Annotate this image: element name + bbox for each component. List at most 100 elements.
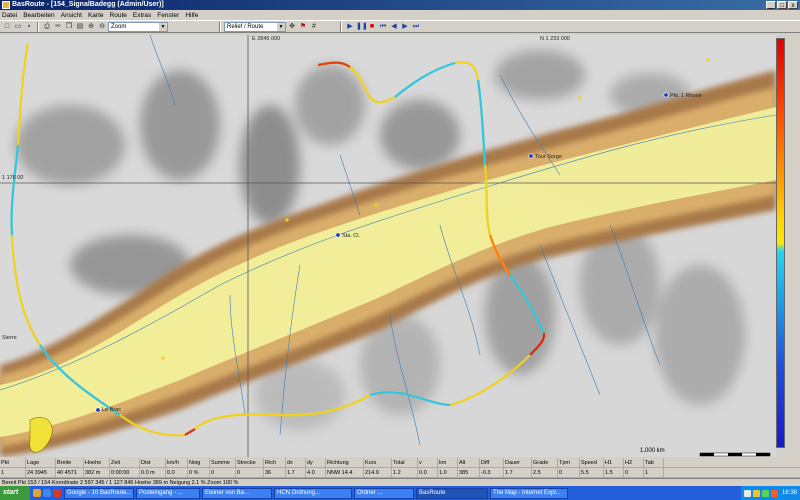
mail-icon[interactable] bbox=[53, 489, 61, 497]
poi-marker[interactable] bbox=[374, 203, 378, 207]
update-icon[interactable] bbox=[770, 489, 778, 497]
taskbar-task-button[interactable]: Ordner ... bbox=[354, 487, 414, 499]
save-icon[interactable]: ▪ bbox=[24, 22, 34, 32]
grid-header-cell[interactable]: Dist bbox=[140, 458, 166, 467]
security-icon[interactable] bbox=[761, 489, 769, 497]
folder-icon[interactable] bbox=[33, 489, 41, 497]
play-icon[interactable]: ▶ bbox=[345, 22, 355, 32]
last-icon[interactable]: ⏭ bbox=[411, 22, 421, 32]
chevron-down-icon: ▼ bbox=[277, 22, 285, 31]
menu-route[interactable]: Route bbox=[110, 12, 127, 19]
taskbar-task-button[interactable]: Posteingang - ... bbox=[136, 487, 200, 499]
grid-value-cell: 0.0 m bbox=[140, 468, 166, 477]
waypoint-marker[interactable] bbox=[528, 153, 534, 159]
grid-value-cell: 0 bbox=[624, 468, 644, 477]
paste-icon[interactable]: ▤ bbox=[75, 22, 85, 32]
pause-icon[interactable]: ❚❚ bbox=[356, 22, 368, 32]
menu-fenster[interactable]: Fenster bbox=[157, 12, 179, 19]
system-tray: 16:38 bbox=[740, 486, 800, 500]
grid-header-cell[interactable]: Tpm bbox=[558, 458, 580, 467]
close-button[interactable]: x bbox=[788, 1, 798, 9]
copy-icon[interactable]: ❐ bbox=[64, 22, 74, 32]
grid-value-cell: 24 3945 bbox=[26, 468, 56, 477]
grid-header-cell[interactable]: Hoehe bbox=[84, 458, 110, 467]
grid-header-cell[interactable]: Tab bbox=[644, 458, 664, 467]
cut-icon[interactable]: ✂ bbox=[53, 22, 63, 32]
grid-header-cell[interactable]: Zeit bbox=[110, 458, 140, 467]
poi-marker[interactable] bbox=[285, 218, 289, 222]
zoom-select[interactable]: Zoom ▼ bbox=[108, 21, 168, 32]
place-label: Sta. Cl. bbox=[342, 233, 361, 239]
grid-header-cell[interactable]: Kurs bbox=[364, 458, 392, 467]
menu-karte[interactable]: Karte bbox=[88, 12, 104, 19]
terrain-map[interactable] bbox=[0, 35, 776, 457]
grid-header-cell[interactable]: Strecke bbox=[236, 458, 264, 467]
print-icon[interactable]: ⎙ bbox=[42, 22, 52, 32]
network-icon[interactable] bbox=[743, 489, 751, 497]
next-icon[interactable]: ▶ bbox=[400, 22, 410, 32]
layer-select[interactable]: Relief / Route ▼ bbox=[224, 21, 286, 32]
menu-datei[interactable]: Datei bbox=[2, 12, 17, 19]
grid-header-cell[interactable]: Diff bbox=[480, 458, 504, 467]
grid-header-cell[interactable]: H1 bbox=[604, 458, 624, 467]
grid-header-cell[interactable]: Alt bbox=[458, 458, 480, 467]
grid-header-cell[interactable]: Dauer bbox=[504, 458, 532, 467]
waypoint-marker[interactable] bbox=[95, 407, 101, 413]
place-label: Tour Sorge bbox=[535, 154, 562, 160]
grid-header-cell[interactable]: Summe bbox=[210, 458, 236, 467]
grid-header-cell[interactable]: Total bbox=[392, 458, 418, 467]
volume-icon[interactable] bbox=[752, 489, 760, 497]
grid-header-cell[interactable]: Speed bbox=[580, 458, 604, 467]
window-title: BasRoute - [154_SignalBadegg (Admin/User… bbox=[12, 1, 164, 8]
grid-header-cell[interactable]: km/h bbox=[166, 458, 188, 467]
taskbar-task-button[interactable]: Google - 10 BasRoute... bbox=[64, 487, 134, 499]
flag-icon[interactable]: ⚑ bbox=[298, 22, 308, 32]
open-icon[interactable]: ▭ bbox=[13, 22, 23, 32]
title-bar: BasRoute - [154_SignalBadegg (Admin/User… bbox=[0, 0, 800, 10]
maximize-button[interactable]: □ bbox=[777, 1, 787, 9]
grid-header-cell[interactable]: dy bbox=[306, 458, 326, 467]
grid-header-cell[interactable]: H2 bbox=[624, 458, 644, 467]
grid-icon[interactable]: # bbox=[309, 22, 319, 32]
app-icon bbox=[2, 1, 10, 9]
grid-coordinate-label: E 2845 000 bbox=[252, 36, 281, 42]
menu-ansicht[interactable]: Ansicht bbox=[61, 12, 82, 19]
taskbar-task-button[interactable]: Eleiner von Ba... bbox=[202, 487, 272, 499]
minimize-button[interactable]: _ bbox=[766, 1, 776, 9]
grid-header-cell[interactable]: dx bbox=[286, 458, 306, 467]
first-icon[interactable]: ⏮ bbox=[378, 22, 388, 32]
map-view[interactable]: E 2845 000 N 1 233 000 1 176 00 Sierre P… bbox=[0, 35, 776, 457]
poi-marker[interactable] bbox=[161, 356, 165, 360]
zoom-in-icon[interactable]: ⊕ bbox=[86, 22, 96, 32]
menu-bearbeiten[interactable]: Bearbeiten bbox=[23, 12, 54, 19]
waypoint-marker[interactable] bbox=[663, 92, 669, 98]
toolbar-separator bbox=[37, 21, 39, 32]
grid-header-cell[interactable]: Breite bbox=[56, 458, 84, 467]
menu-extras[interactable]: Extras bbox=[133, 12, 151, 19]
grid-header-cell[interactable]: Pkt bbox=[0, 458, 26, 467]
taskbar-task-button[interactable]: HCN Ordnung... bbox=[274, 487, 352, 499]
waypoint-marker[interactable] bbox=[335, 232, 341, 238]
poi-marker[interactable] bbox=[578, 96, 582, 100]
menu-hilfe[interactable]: Hilfe bbox=[185, 12, 198, 19]
grid-value-cell: 1.0 bbox=[438, 468, 458, 477]
grid-header-cell[interactable]: Grade bbox=[532, 458, 558, 467]
browser-icon[interactable] bbox=[43, 489, 51, 497]
start-button[interactable]: start bbox=[0, 486, 30, 500]
taskbar-task-button[interactable]: BasRoute bbox=[416, 487, 488, 499]
prev-icon[interactable]: ◀ bbox=[389, 22, 399, 32]
taskbar-task-button[interactable]: The Map - Internet Expl... bbox=[490, 487, 568, 499]
grid-header-cell[interactable]: Rich bbox=[264, 458, 286, 467]
grid-header-cell[interactable]: Lage bbox=[26, 458, 56, 467]
clock: 16:38 bbox=[781, 490, 797, 496]
grid-header-cell[interactable]: v bbox=[418, 458, 438, 467]
grid-header-cell[interactable]: Neig bbox=[188, 458, 210, 467]
grid-header-cell[interactable]: km bbox=[438, 458, 458, 467]
new-icon[interactable]: □ bbox=[2, 22, 12, 32]
poi-marker[interactable] bbox=[706, 58, 710, 62]
zoom-out-icon[interactable]: ⊖ bbox=[97, 22, 107, 32]
grid-header-cell[interactable]: Richtung bbox=[326, 458, 364, 467]
pan-icon[interactable]: ✥ bbox=[287, 22, 297, 32]
grid-value-cell: 1 bbox=[644, 468, 664, 477]
stop-icon[interactable]: ■ bbox=[367, 22, 377, 32]
